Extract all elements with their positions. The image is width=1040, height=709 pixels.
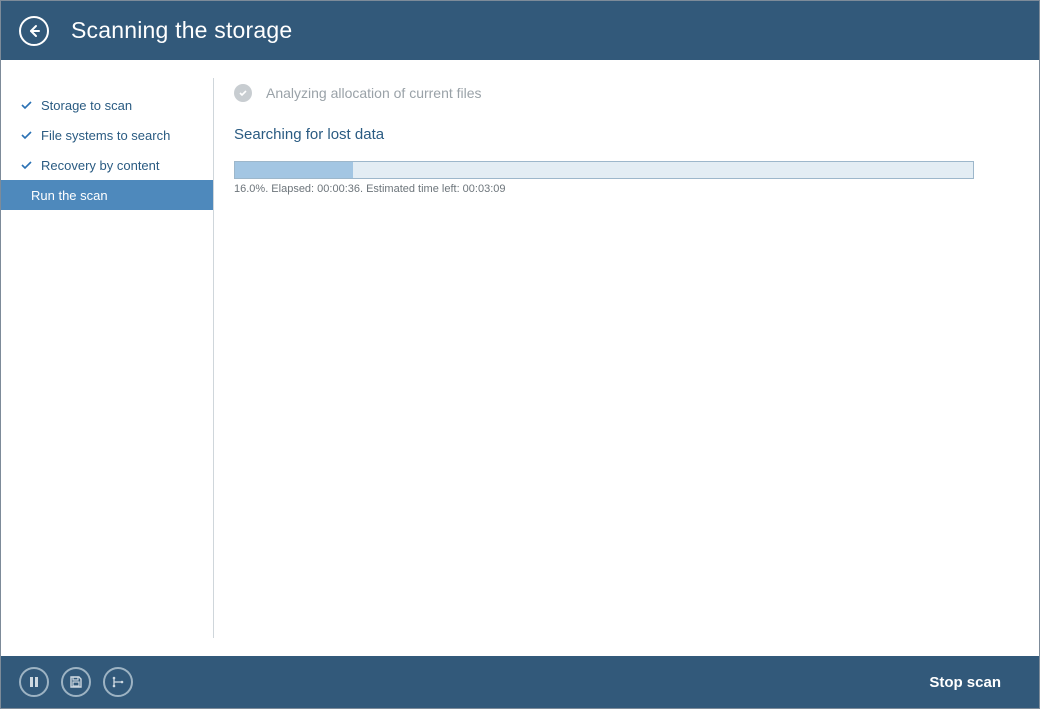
pause-button[interactable] xyxy=(19,667,49,697)
progress-bar-fill xyxy=(235,162,353,178)
sidebar-item-label: Storage to scan xyxy=(41,98,132,113)
sidebar-item-storage-to-scan[interactable]: Storage to scan xyxy=(1,90,213,120)
save-icon xyxy=(69,675,83,689)
tree-icon xyxy=(111,675,125,689)
footer-bar: Stop scan xyxy=(1,656,1039,708)
main-panel: Analyzing allocation of current files Se… xyxy=(214,60,1039,656)
wizard-sidebar: Storage to scan File systems to search R… xyxy=(1,60,213,656)
sidebar-item-run-scan[interactable]: Run the scan xyxy=(1,180,213,210)
sidebar-item-file-systems[interactable]: File systems to search xyxy=(1,120,213,150)
sidebar-item-label: Recovery by content xyxy=(41,158,160,173)
checkmark-circle-icon xyxy=(234,84,252,102)
sidebar-item-label: Run the scan xyxy=(31,188,108,203)
check-icon xyxy=(21,160,35,171)
sidebar-item-recovery-by-content[interactable]: Recovery by content xyxy=(1,150,213,180)
back-button[interactable] xyxy=(19,16,49,46)
progress-bar xyxy=(234,161,974,179)
page-title: Scanning the storage xyxy=(71,17,292,44)
progress-status-text: 16.0%. Elapsed: 00:00:36. Estimated time… xyxy=(234,183,1003,195)
completed-step-label: Analyzing allocation of current files xyxy=(266,85,482,101)
arrow-left-icon xyxy=(27,24,41,38)
tree-button[interactable] xyxy=(103,667,133,697)
completed-step-row: Analyzing allocation of current files xyxy=(234,84,1003,102)
stop-scan-button[interactable]: Stop scan xyxy=(909,668,1021,697)
sidebar-item-label: File systems to search xyxy=(41,128,170,143)
check-icon xyxy=(21,130,35,141)
check-icon xyxy=(21,100,35,111)
header-bar: Scanning the storage xyxy=(1,1,1039,60)
current-step-label: Searching for lost data xyxy=(234,126,1003,143)
save-button[interactable] xyxy=(61,667,91,697)
pause-icon xyxy=(28,676,40,688)
